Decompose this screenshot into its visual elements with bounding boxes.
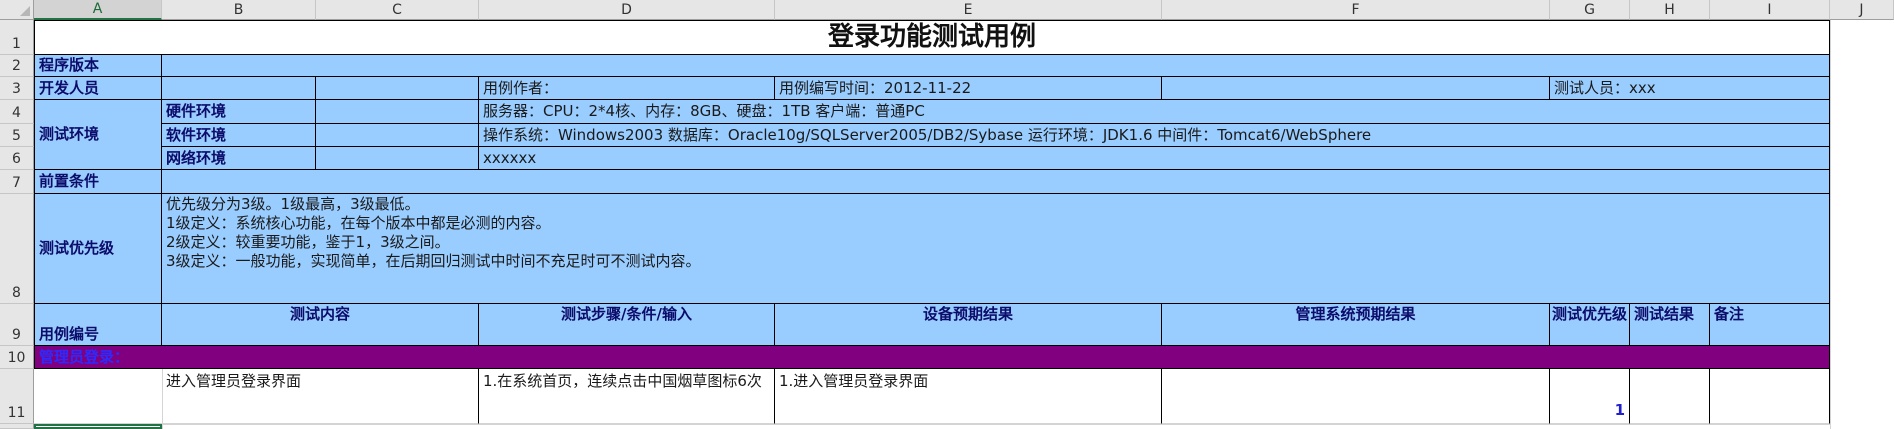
program-version-value[interactable] [162,55,1830,77]
case-time-value[interactable] [1162,77,1550,100]
case-time-cell[interactable]: 用例编写时间：2012-11-22 [775,77,1162,100]
case-author-cell[interactable]: 用例作者： [479,77,775,100]
software-spacer[interactable] [316,124,479,147]
row-header-5[interactable]: 5 [0,124,34,147]
row-header-7[interactable]: 7 [0,170,34,194]
precondition-label[interactable]: 前置条件 [34,170,162,194]
row11-admin-expected[interactable] [1162,369,1550,424]
priority-line: 3级定义：一般功能，实现简单，在后期回归测试中时间不充足时可不测试内容。 [166,252,701,270]
priority-line: 优先级分为3级。1级最高，3级最低。 [166,195,420,213]
network-spacer[interactable] [316,147,479,170]
priority-definition[interactable]: 优先级分为3级。1级最高，3级最低。 1级定义：系统核心功能，在每个版本中都是必… [162,194,1830,304]
hardware-label[interactable]: 硬件环境 [162,100,316,124]
priority-line: 1级定义：系统核心功能，在每个版本中都是必测的内容。 [166,214,551,232]
tester-cell[interactable]: 测试人员：xxx [1550,77,1830,100]
column-header-c[interactable]: C [316,0,479,20]
steps-header[interactable]: 测试步骤/条件/输入 [479,304,775,346]
device-expected-header[interactable]: 设备预期结果 [775,304,1162,346]
select-all-corner[interactable] [0,0,34,20]
test-env-label[interactable]: 测试环境 [34,100,162,170]
network-value[interactable]: xxxxxx [479,147,1830,170]
column-header-b[interactable]: B [162,0,316,20]
active-cell-selection[interactable] [34,424,162,429]
row-header-11[interactable]: 11 [0,369,34,424]
developer-value-1[interactable] [162,77,316,100]
priority-line: 2级定义：较重要功能，鉴于1，3级之间。 [166,233,450,251]
column-header-j[interactable]: J [1830,0,1894,20]
priority-header[interactable]: 测试优先级 [1550,304,1630,346]
developer-label[interactable]: 开发人员 [34,77,162,100]
row11-priority[interactable]: 1 [1550,369,1630,424]
case-no-header[interactable]: 用例编号 [34,304,162,346]
row11-case-no[interactable] [34,369,162,424]
row11-content[interactable]: 进入管理员登录界面 [162,369,316,424]
spreadsheet: A B C D E F G H I J 1 2 3 4 5 6 7 8 9 10… [0,0,1894,429]
row11-steps[interactable]: 1.在系统首页，连续点击中国烟草图标6次 [479,369,775,424]
row11-content-cont[interactable] [316,369,479,424]
network-label[interactable]: 网络环境 [162,147,316,170]
developer-value-2[interactable] [316,77,479,100]
row11-result[interactable] [1630,369,1710,424]
column-header-a[interactable]: A [34,0,162,20]
remark-header[interactable]: 备注 [1710,304,1830,346]
row-header-3[interactable]: 3 [0,77,34,100]
row-header-1[interactable]: 1 [0,20,34,55]
software-label[interactable]: 软件环境 [162,124,316,147]
priority-label[interactable]: 测试优先级 [34,194,162,304]
row11-device-expected[interactable]: 1.进入管理员登录界面 [775,369,1162,424]
column-header-h[interactable]: H [1630,0,1710,20]
column-header-d[interactable]: D [479,0,775,20]
result-header[interactable]: 测试结果 [1630,304,1710,346]
column-header-g[interactable]: G [1550,0,1630,20]
column-header-i[interactable]: I [1710,0,1830,20]
row-header-8[interactable]: 8 [0,194,34,304]
row-header-9[interactable]: 9 [0,304,34,346]
content-header[interactable]: 测试内容 [162,304,479,346]
row-header-10[interactable]: 10 [0,346,34,369]
section-admin-login[interactable]: 管理员登录： [34,346,1830,369]
hardware-value[interactable]: 服务器：CPU：2*4核、内存：8GB、硬盘：1TB 客户端：普通PC [479,100,1830,124]
row-header-4[interactable]: 4 [0,100,34,124]
row-header-12[interactable] [0,424,34,429]
row11-remark[interactable] [1710,369,1830,424]
column-header-e[interactable]: E [775,0,1162,20]
software-value[interactable]: 操作系统：Windows2003 数据库：Oracle10g/SQLServer… [479,124,1830,147]
precondition-value[interactable] [162,170,1830,194]
row-header-6[interactable]: 6 [0,147,34,170]
program-version-label[interactable]: 程序版本 [34,55,162,77]
hardware-spacer[interactable] [316,100,479,124]
column-header-f[interactable]: F [1162,0,1550,20]
sheet-title[interactable]: 登录功能测试用例 [34,20,1830,55]
row-header-2[interactable]: 2 [0,55,34,77]
admin-expected-header[interactable]: 管理系统预期结果 [1162,304,1550,346]
